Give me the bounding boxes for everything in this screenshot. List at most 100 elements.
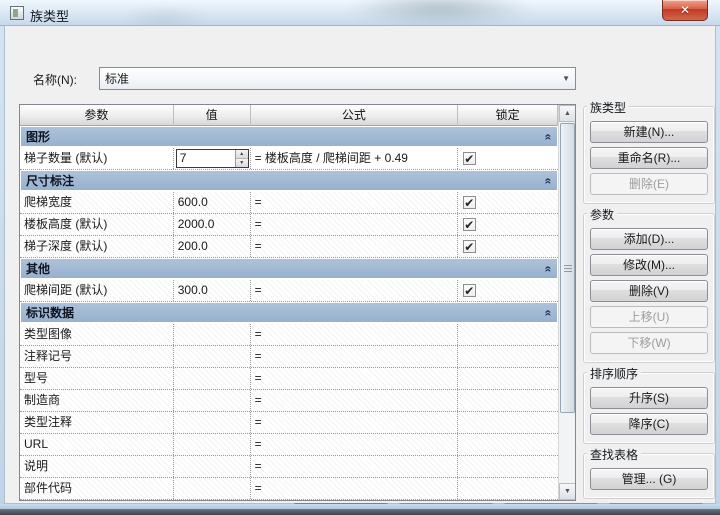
formula-cell[interactable]: = [251, 434, 459, 455]
column-header[interactable]: 参数 [20, 105, 174, 126]
parameter-value-cell[interactable] [174, 324, 251, 345]
lock-checkbox[interactable]: ✔ [463, 152, 477, 166]
spinner-down-icon[interactable]: ▼ [235, 159, 248, 167]
lock-checkbox[interactable]: ✔ [463, 218, 477, 232]
collapse-chevron-icon[interactable]: « [542, 309, 556, 316]
manage-lookup-button[interactable]: 管理... (G) [590, 468, 708, 490]
modify-parameter-button[interactable]: 修改(M)... [590, 254, 708, 276]
formula-cell[interactable]: = [251, 456, 459, 477]
add-parameter-button[interactable]: 添加(D)... [590, 228, 708, 250]
rename-type-button[interactable]: 重命名(R)... [590, 147, 708, 169]
value-spinner-input[interactable]: 7 ▲ ▼ [175, 149, 249, 168]
scroll-down-icon: ▼ [564, 488, 571, 495]
close-button[interactable]: ✕ [662, 0, 708, 21]
parameter-name-cell[interactable]: 型号 [20, 368, 174, 389]
lock-cell[interactable]: ✔ [458, 236, 558, 257]
parameter-name-cell[interactable]: 制造商 [20, 390, 174, 411]
section-label: 尺寸标注 [26, 174, 75, 188]
formula-cell[interactable]: = [251, 280, 459, 301]
formula-cell[interactable]: = [251, 192, 459, 213]
type-name-combobox[interactable]: 标准 ▼ [99, 67, 576, 90]
lock-cell[interactable] [458, 456, 558, 477]
lock-cell[interactable] [458, 390, 558, 411]
remove-parameter-button[interactable]: 删除(V) [590, 280, 708, 302]
section-header-row[interactable]: 尺寸标注 « [20, 170, 558, 192]
parameter-name-cell[interactable]: 类型图像 [20, 324, 174, 345]
parameter-value-cell[interactable]: 7 ▲ ▼ [174, 148, 251, 169]
parameter-name-cell[interactable]: 楼板高度 (默认) [20, 214, 174, 235]
parameter-value-cell[interactable]: 600.0 [174, 192, 251, 213]
parameter-name-cell[interactable]: 说明 [20, 456, 174, 477]
parameter-value-cell[interactable] [174, 434, 251, 455]
new-type-button[interactable]: 新建(N)... [590, 121, 708, 143]
button-group: 查找表格 管理... (G) [583, 446, 715, 499]
formula-cell[interactable]: = 楼板高度 / 爬梯间距 + 0.49 [251, 148, 459, 169]
sort-ascending-button[interactable]: 升序(S) [590, 387, 708, 409]
lock-cell[interactable]: ✔ [458, 214, 558, 235]
lock-cell[interactable] [458, 324, 558, 345]
formula-cell[interactable]: = [251, 478, 459, 499]
parameter-value-cell[interactable] [174, 478, 251, 499]
lock-cell[interactable] [458, 412, 558, 433]
lock-cell[interactable] [458, 478, 558, 499]
section-label: 图形 [26, 130, 51, 144]
collapse-chevron-icon[interactable]: « [542, 133, 556, 140]
parameter-value-cell[interactable] [174, 456, 251, 477]
formula-cell[interactable]: = [251, 324, 459, 345]
lock-cell[interactable]: ✔ [458, 192, 558, 213]
section-header-row[interactable]: 图形 « [20, 126, 558, 148]
parameter-name-cell[interactable]: 爬梯宽度 [20, 192, 174, 213]
parameter-value-cell[interactable]: 2000.0 [174, 214, 251, 235]
parameter-value-cell[interactable] [174, 346, 251, 367]
lock-cell[interactable] [458, 368, 558, 389]
formula-cell[interactable]: = [251, 412, 459, 433]
lock-cell[interactable] [458, 346, 558, 367]
table-row: 部件代码 = [20, 478, 558, 500]
scroll-up-button[interactable]: ▲ [559, 105, 575, 122]
table-row: 爬梯间距 (默认) 300.0 = ✔ [20, 280, 558, 302]
column-header[interactable]: 公式 [251, 105, 459, 126]
parameter-value-cell[interactable] [174, 368, 251, 389]
parameter-name-cell[interactable]: 爬梯间距 (默认) [20, 280, 174, 301]
parameter-name-cell[interactable]: 梯子数量 (默认) [20, 148, 174, 169]
parameter-name-cell[interactable]: 部件代码 [20, 478, 174, 499]
parameter-value-cell[interactable] [174, 412, 251, 433]
scroll-down-button[interactable]: ▼ [559, 483, 575, 500]
column-header[interactable]: 值 [174, 105, 251, 126]
section-header-row[interactable]: 其他 « [20, 258, 558, 280]
section-label: 其他 [26, 262, 51, 276]
table-row: 楼板高度 (默认) 2000.0 = ✔ [20, 214, 558, 236]
lock-checkbox[interactable]: ✔ [463, 196, 477, 210]
parameter-value-cell[interactable]: 200.0 [174, 236, 251, 257]
section-header-row[interactable]: 标识数据 « [20, 302, 558, 324]
titlebar-glass-smudge [120, 6, 210, 25]
scroll-up-icon: ▲ [564, 110, 571, 117]
parameter-name-cell[interactable]: 注释记号 [20, 346, 174, 367]
lock-checkbox[interactable]: ✔ [463, 240, 477, 254]
collapse-chevron-icon[interactable]: « [542, 265, 556, 272]
formula-cell[interactable]: = [251, 368, 459, 389]
parameter-value-cell[interactable] [174, 390, 251, 411]
scrollbar-thumb[interactable] [560, 123, 575, 413]
parameter-name-cell[interactable]: 梯子深度 (默认) [20, 236, 174, 257]
lock-cell[interactable] [458, 434, 558, 455]
column-header[interactable]: 锁定 [458, 105, 558, 126]
vertical-scrollbar[interactable]: ▲ ▼ [558, 105, 575, 500]
collapse-chevron-icon[interactable]: « [542, 177, 556, 184]
formula-cell[interactable]: = [251, 236, 459, 257]
lock-checkbox[interactable]: ✔ [463, 284, 477, 298]
lock-cell[interactable]: ✔ [458, 280, 558, 301]
table-row: 型号 = [20, 368, 558, 390]
formula-cell[interactable]: = [251, 214, 459, 235]
formula-cell[interactable]: = [251, 390, 459, 411]
parameter-name-cell[interactable]: URL [20, 434, 174, 455]
formula-cell[interactable]: = [251, 346, 459, 367]
lock-cell[interactable]: ✔ [458, 148, 558, 169]
chevron-down-icon[interactable]: ▼ [562, 74, 570, 83]
parameter-value-cell[interactable]: 300.0 [174, 280, 251, 301]
titlebar[interactable]: 族类型 ✕ [0, 0, 720, 26]
spinner-up-icon[interactable]: ▲ [235, 150, 248, 159]
table-row: 梯子深度 (默认) 200.0 = ✔ [20, 236, 558, 258]
sort-descending-button[interactable]: 降序(C) [590, 413, 708, 435]
parameter-name-cell[interactable]: 类型注释 [20, 412, 174, 433]
